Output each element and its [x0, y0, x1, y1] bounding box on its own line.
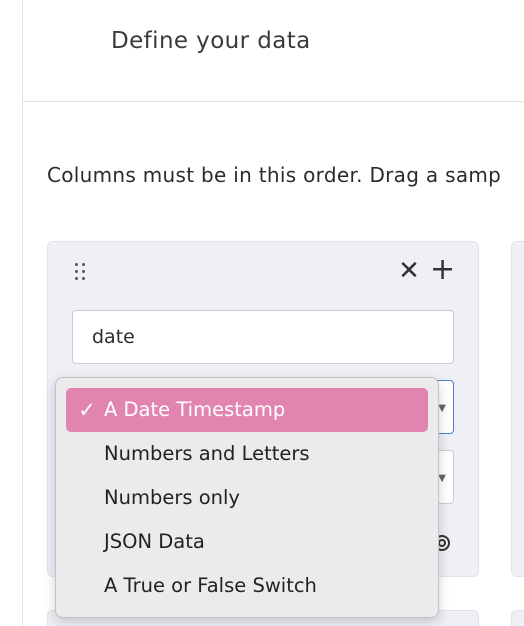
type-option-json-data[interactable]: JSON Data [66, 520, 428, 564]
remove-column-button[interactable]: ✕ [397, 258, 421, 284]
type-option-true-false-switch[interactable]: A True or False Switch [66, 564, 428, 608]
checkmark-icon: ✓ [78, 398, 96, 422]
chevron-down-icon: ▼ [438, 473, 446, 484]
add-column-button[interactable]: + [430, 255, 455, 285]
column-name-input[interactable] [72, 310, 454, 364]
type-option-numbers-only[interactable]: Numbers only [66, 476, 428, 520]
next-column-card [511, 241, 524, 577]
type-option-numbers-and-letters[interactable]: Numbers and Letters [66, 432, 428, 476]
next-column-card-below [511, 610, 524, 626]
instructions-text: Columns must be in this order. Drag a sa… [47, 163, 502, 187]
option-label: Numbers only [104, 486, 240, 509]
drag-handle-icon[interactable] [73, 262, 87, 284]
option-label: A True or False Switch [104, 574, 317, 597]
option-label: A Date Timestamp [104, 398, 286, 421]
header: Define your data [23, 0, 524, 102]
option-label: Numbers and Letters [104, 442, 310, 465]
chevron-down-icon: ▼ [438, 403, 446, 414]
type-option-date-timestamp[interactable]: ✓ A Date Timestamp [66, 388, 428, 432]
column-type-dropdown: ✓ A Date Timestamp Numbers and Letters N… [55, 377, 439, 618]
page-title: Define your data [111, 28, 311, 54]
option-label: JSON Data [104, 530, 205, 553]
